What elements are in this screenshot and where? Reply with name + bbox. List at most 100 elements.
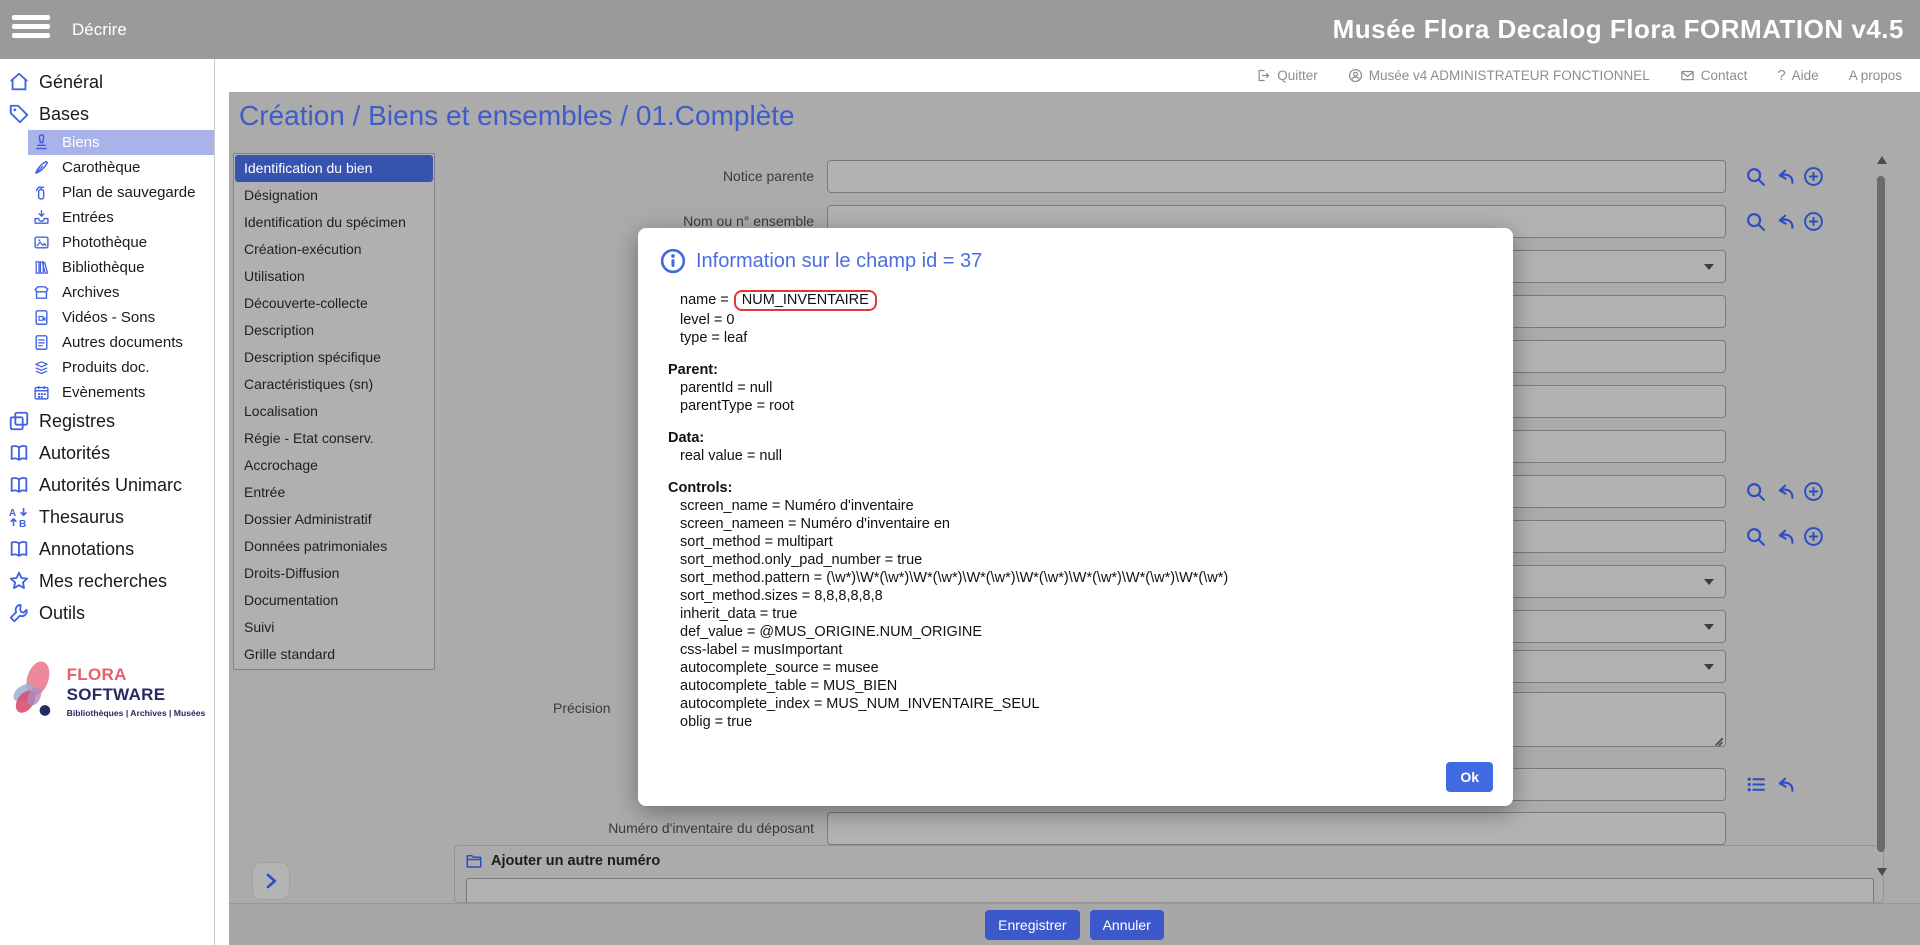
section-tab-entr-e[interactable]: Entrée	[235, 479, 433, 506]
hamburger-menu-icon[interactable]	[12, 15, 52, 45]
app-root: Décrire Musée Flora Decalog Flora FORMAT…	[0, 0, 1920, 945]
modal-property-line: screen_nameen = Numéro d'inventaire en	[668, 515, 1489, 533]
sidebar-item-outils[interactable]: Outils	[0, 597, 214, 629]
ok-button[interactable]: Ok	[1446, 762, 1493, 792]
add-number-label[interactable]: Ajouter un autre numéro	[491, 853, 660, 869]
undo-icon[interactable]	[1774, 166, 1795, 187]
sidebar-item-autres-documents[interactable]: Autres documents	[0, 330, 214, 355]
modal-property-line: sort_method.sizes = 8,8,8,8,8,8	[668, 587, 1489, 605]
section-tab-d-couverte-collecte[interactable]: Découverte-collecte	[235, 290, 433, 317]
sidebar-item-bases[interactable]: Bases	[0, 98, 214, 130]
vertical-scrollbar[interactable]	[1875, 152, 1889, 882]
scrollbar-thumb[interactable]	[1877, 176, 1885, 852]
top-links-bar: Quitter Musée v4 ADMINISTRATEUR FONCTIONN…	[216, 59, 1920, 92]
sidebar-item-autorit-s[interactable]: Autorités	[0, 437, 214, 469]
undo-icon[interactable]	[1774, 526, 1795, 547]
bust-icon	[33, 134, 50, 151]
section-tab-description[interactable]: Description	[235, 317, 433, 344]
search-icon[interactable]	[1745, 211, 1766, 232]
logo-tagline: Bibliothèques | Archives | Musées	[67, 708, 211, 718]
modal-body: name = NUM_INVENTAIRElevel = 0type = lea…	[638, 274, 1513, 731]
butterfly-logo-icon	[6, 655, 63, 727]
modal-section-heading: Data:	[668, 429, 1489, 447]
cancel-button[interactable]: Annuler	[1090, 910, 1164, 940]
add-icon[interactable]	[1803, 481, 1824, 502]
search-icon[interactable]	[1745, 166, 1766, 187]
section-tab-r-gie-etat-conserv-[interactable]: Régie - Etat conserv.	[235, 425, 433, 452]
modal-property-line: sort_method.only_pad_number = true	[668, 551, 1489, 569]
toplink-quitter[interactable]: Quitter	[1256, 68, 1318, 83]
mail-icon	[1680, 68, 1695, 83]
sidebar-item-archives[interactable]: Archives	[0, 280, 214, 305]
sidebar-item-annotations[interactable]: Annotations	[0, 533, 214, 565]
additional-number-field[interactable]	[466, 878, 1874, 903]
sidebar-item-plan-de-sauvegarde[interactable]: Plan de sauvegarde	[0, 180, 214, 205]
undo-icon[interactable]	[1774, 774, 1795, 795]
registers-icon	[8, 410, 30, 432]
sidebar-item-thesaurus[interactable]: ABThesaurus	[0, 501, 214, 533]
undo-icon[interactable]	[1774, 481, 1795, 502]
list-icon[interactable]	[1745, 774, 1766, 795]
folder-icon	[465, 852, 483, 870]
section-tab-d-signation[interactable]: Désignation	[235, 182, 433, 209]
section-tab-description-sp-cifique[interactable]: Description spécifique	[235, 344, 433, 371]
undo-icon[interactable]	[1774, 211, 1795, 232]
sidebar-item-vid-os-sons[interactable]: Vidéos - Sons	[0, 305, 214, 330]
section-tab-droits-diffusion[interactable]: Droits-Diffusion	[235, 560, 433, 587]
section-tab-cr-ation-ex-cution[interactable]: Création-exécution	[235, 236, 433, 263]
add-icon[interactable]	[1803, 526, 1824, 547]
section-tab-documentation[interactable]: Documentation	[235, 587, 433, 614]
sidebar-item-autorit-s-unimarc[interactable]: Autorités Unimarc	[0, 469, 214, 501]
text-field[interactable]	[827, 160, 1726, 193]
modal-property-line: css-label = musImportant	[668, 641, 1489, 659]
image-icon	[33, 234, 50, 251]
feather-icon	[33, 159, 50, 176]
search-icon[interactable]	[1745, 481, 1766, 502]
footer-action-bar: Enregistrer Annuler	[229, 903, 1920, 945]
sidebar-item-phototh-que[interactable]: Photothèque	[0, 230, 214, 255]
section-tab-identification-du-bien[interactable]: Identification du bien	[235, 155, 433, 182]
toplink-contact[interactable]: Contact	[1680, 68, 1748, 83]
home-icon	[8, 71, 30, 93]
add-icon[interactable]	[1803, 211, 1824, 232]
sidebar-item-g-n-ral[interactable]: Général	[0, 66, 214, 98]
collapse-panel-button[interactable]	[252, 862, 290, 900]
sidebar-item-mes-recherches[interactable]: Mes recherches	[0, 565, 214, 597]
section-tab-donn-es-patrimoniales[interactable]: Données patrimoniales	[235, 533, 433, 560]
toplink-aide[interactable]: ?Aide	[1777, 68, 1818, 83]
toplink-mus-e-v4-administrateur-fonctionnel[interactable]: Musée v4 ADMINISTRATEUR FONCTIONNEL	[1348, 68, 1650, 83]
section-tab-utilisation[interactable]: Utilisation	[235, 263, 433, 290]
extinguisher-icon	[33, 184, 50, 201]
section-tab-suivi[interactable]: Suivi	[235, 614, 433, 641]
sidebar-item-ev-nements[interactable]: Evènements	[0, 380, 214, 405]
scroll-up-arrow[interactable]	[1877, 156, 1887, 164]
section-tab-grille-standard[interactable]: Grille standard	[235, 641, 433, 668]
resize-handle[interactable]	[1714, 735, 1724, 745]
section-tab-localisation[interactable]: Localisation	[235, 398, 433, 425]
sidebar-item-produits-doc-[interactable]: Produits doc.	[0, 355, 214, 380]
app-title: Musée Flora Decalog Flora FORMATION v4.5	[1333, 0, 1904, 59]
sidebar-item-entr-es[interactable]: Entrées	[0, 205, 214, 230]
sidebar-item-biblioth-que[interactable]: Bibliothèque	[0, 255, 214, 280]
modal-property-line: parentType = root	[668, 397, 1489, 415]
section-tab-caract-ristiques-sn-[interactable]: Caractéristiques (sn)	[235, 371, 433, 398]
open-book-icon	[8, 538, 30, 560]
video-file-icon	[33, 309, 50, 326]
search-icon[interactable]	[1745, 526, 1766, 547]
field-label: Numéro d'inventaire du déposant	[534, 820, 814, 836]
toplink-a-propos[interactable]: A propos	[1849, 68, 1902, 83]
section-tab-accrochage[interactable]: Accrochage	[235, 452, 433, 479]
text-field[interactable]	[827, 812, 1726, 845]
add-number-fieldset: Ajouter un autre numéro	[454, 845, 1884, 903]
modal-section-heading: Parent:	[668, 361, 1489, 379]
sidebar-item-biens[interactable]: Biens	[28, 130, 214, 155]
save-button[interactable]: Enregistrer	[985, 910, 1079, 940]
section-tab-identification-du-sp-cimen[interactable]: Identification du spécimen	[235, 209, 433, 236]
section-tab-dossier-administratif[interactable]: Dossier Administratif	[235, 506, 433, 533]
add-icon[interactable]	[1803, 166, 1824, 187]
sidebar-item-caroth-que[interactable]: Carothèque	[0, 155, 214, 180]
scroll-down-arrow[interactable]	[1877, 868, 1887, 876]
books-icon	[33, 259, 50, 276]
sidebar-item-registres[interactable]: Registres	[0, 405, 214, 437]
wrench-icon	[8, 602, 30, 624]
